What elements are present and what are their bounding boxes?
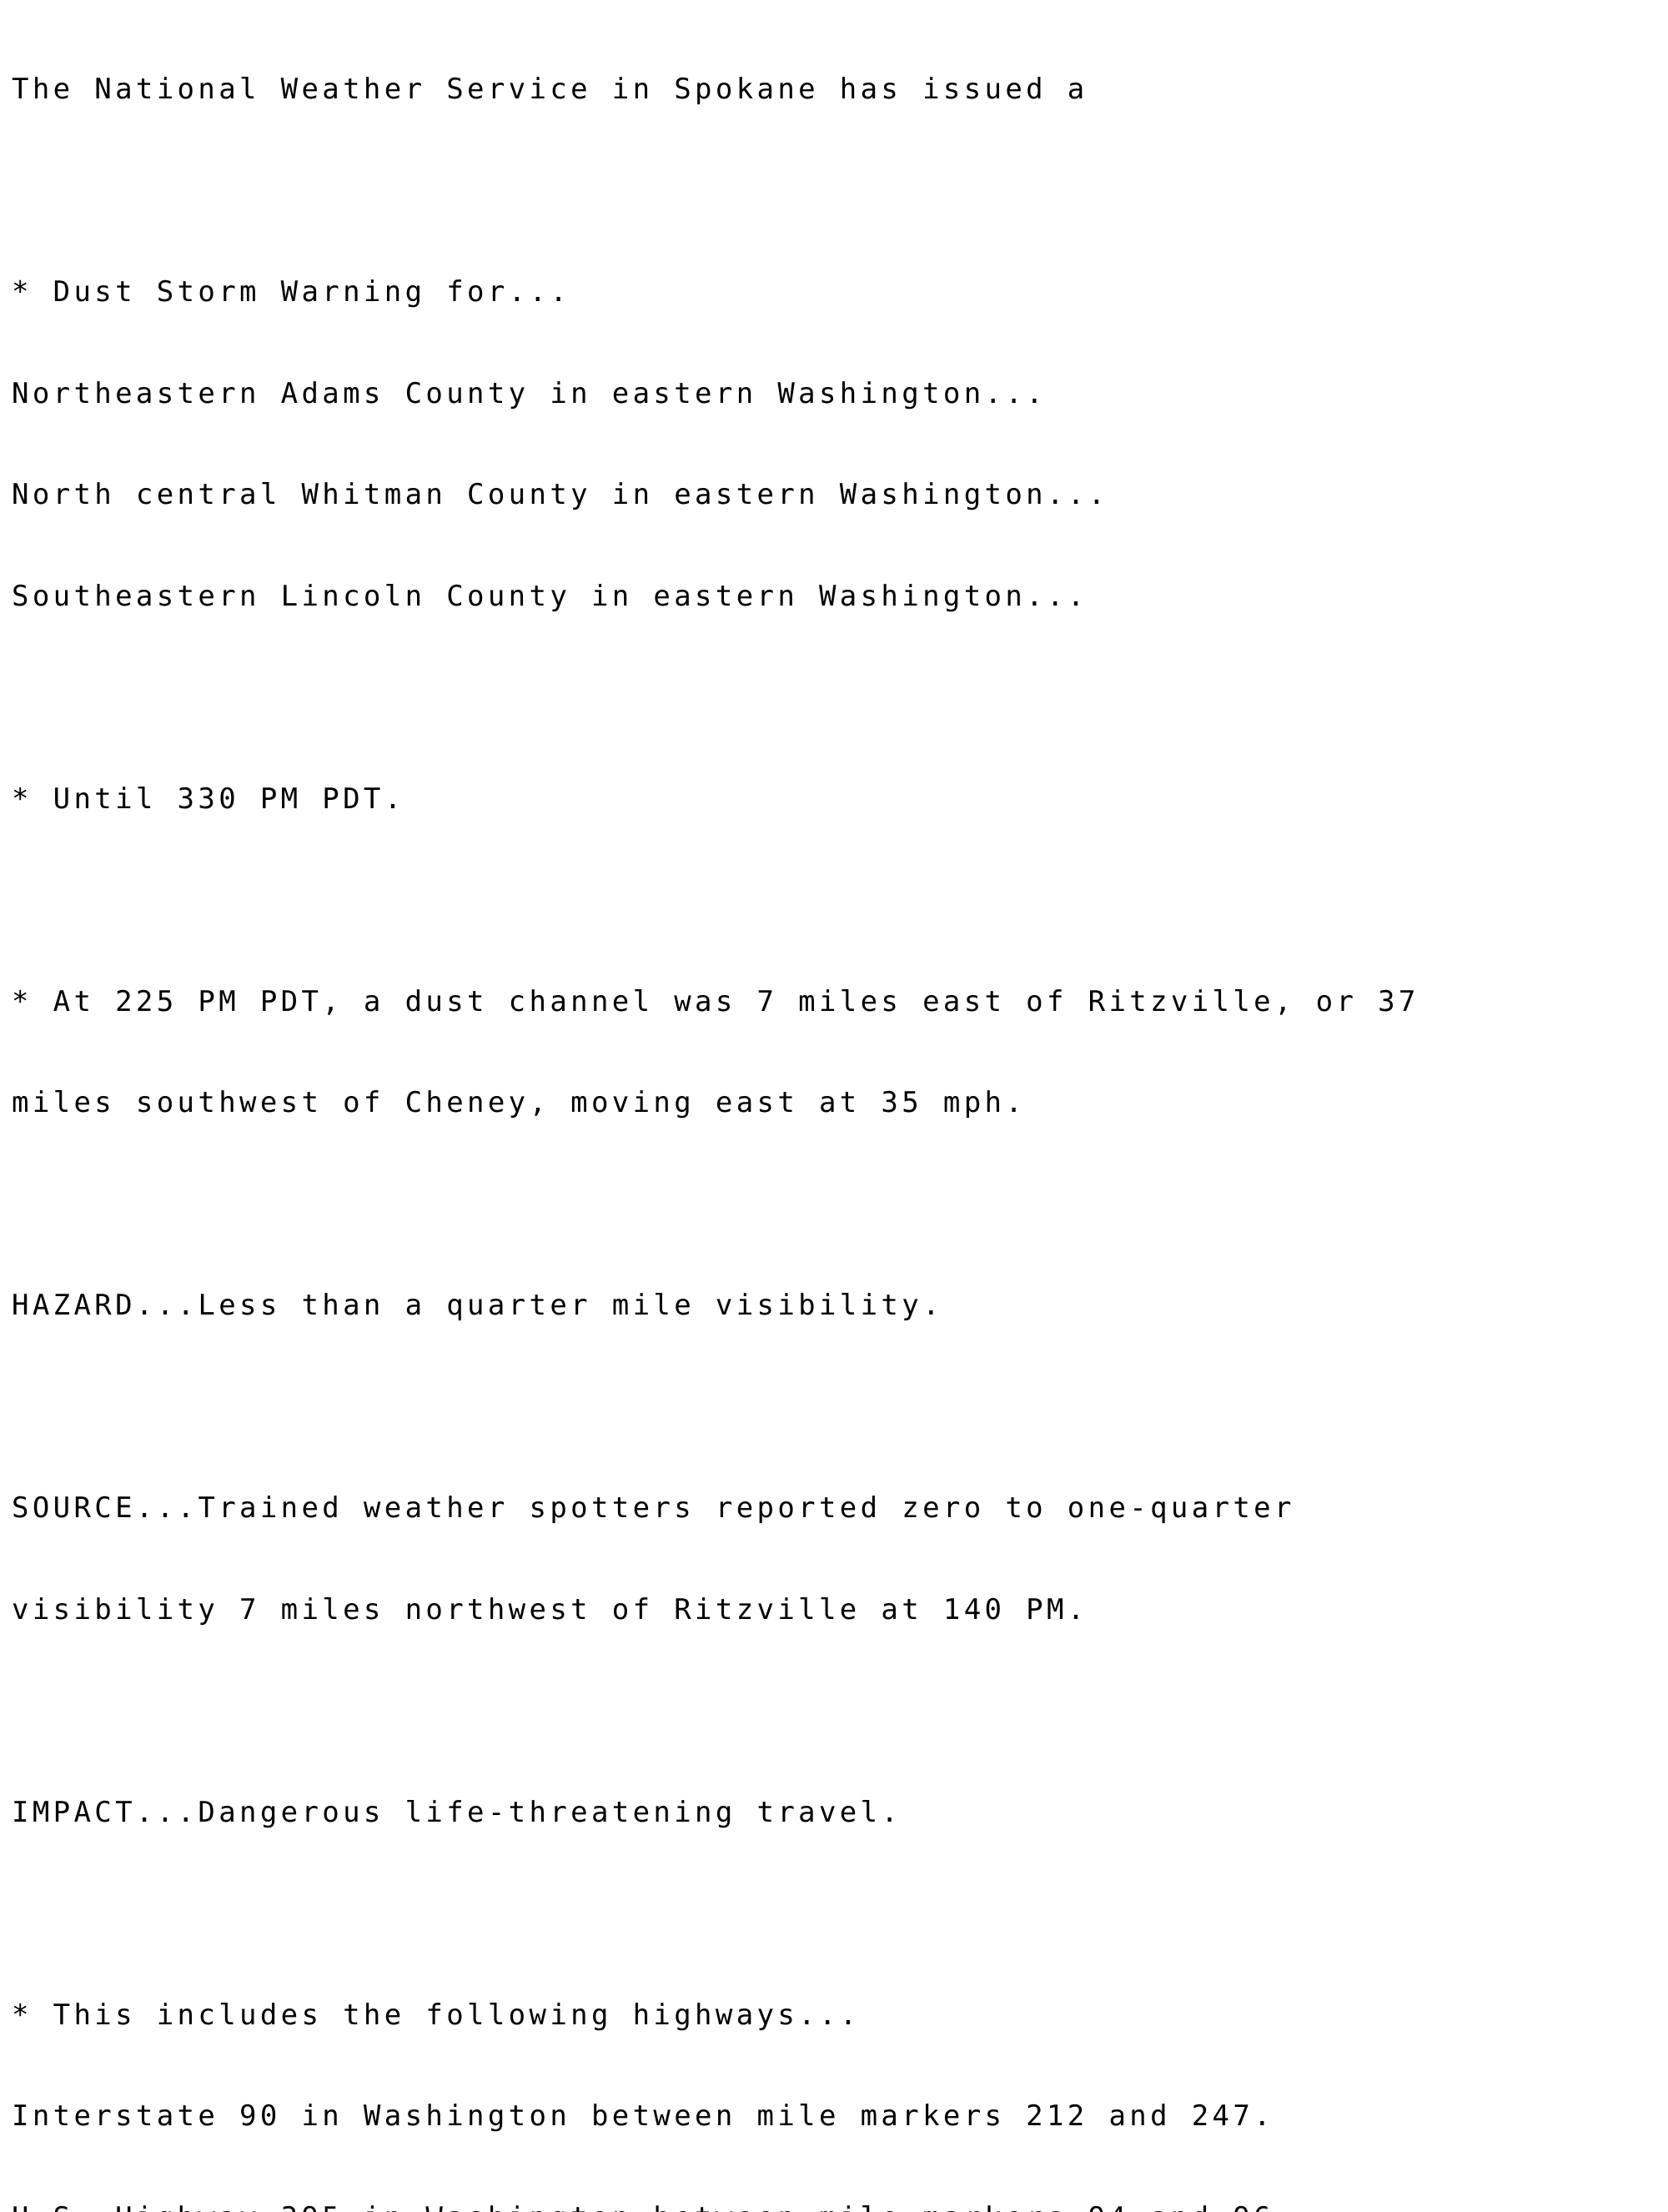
- bulletin-line-expiration: * Until 330 PM PDT.: [12, 782, 1663, 817]
- bulletin-blank-line: [12, 1188, 1663, 1222]
- bulletin-blank-line: [12, 1897, 1663, 1931]
- bulletin-line-area-2: North central Whitman County in eastern …: [12, 478, 1663, 512]
- bulletin-line-area-3: Southeastern Lincoln County in eastern W…: [12, 580, 1663, 614]
- bulletin-line-observation-1: * At 225 PM PDT, a dust channel was 7 mi…: [12, 985, 1663, 1019]
- bulletin-line-highway-2: U.S. Highway 395 in Washington between m…: [12, 2201, 1663, 2212]
- bulletin-blank-line: [12, 681, 1663, 715]
- bulletin-line-highways-header: * This includes the following highways..…: [12, 1998, 1663, 2033]
- bulletin-line-source-2: visibility 7 miles northwest of Ritzvill…: [12, 1593, 1663, 1627]
- bulletin-blank-line: [12, 1694, 1663, 1728]
- weather-bulletin-text: The National Weather Service in Spokane …: [12, 5, 1663, 2212]
- bulletin-blank-line: [12, 1390, 1663, 1425]
- bulletin-line-hazard: HAZARD...Less than a quarter mile visibi…: [12, 1289, 1663, 1323]
- bulletin-line-source-1: SOURCE...Trained weather spotters report…: [12, 1491, 1663, 1526]
- bulletin-line: The National Weather Service in Spokane …: [12, 73, 1663, 107]
- bulletin-line-observation-2: miles southwest of Cheney, moving east a…: [12, 1086, 1663, 1120]
- bulletin-line-warning-type: * Dust Storm Warning for...: [12, 275, 1663, 309]
- bulletin-blank-line: [12, 174, 1663, 209]
- bulletin-line-highway-1: Interstate 90 in Washington between mile…: [12, 2099, 1663, 2134]
- bulletin-line-impact: IMPACT...Dangerous life-threatening trav…: [12, 1796, 1663, 1830]
- bulletin-line-area-1: Northeastern Adams County in eastern Was…: [12, 377, 1663, 411]
- bulletin-blank-line: [12, 883, 1663, 917]
